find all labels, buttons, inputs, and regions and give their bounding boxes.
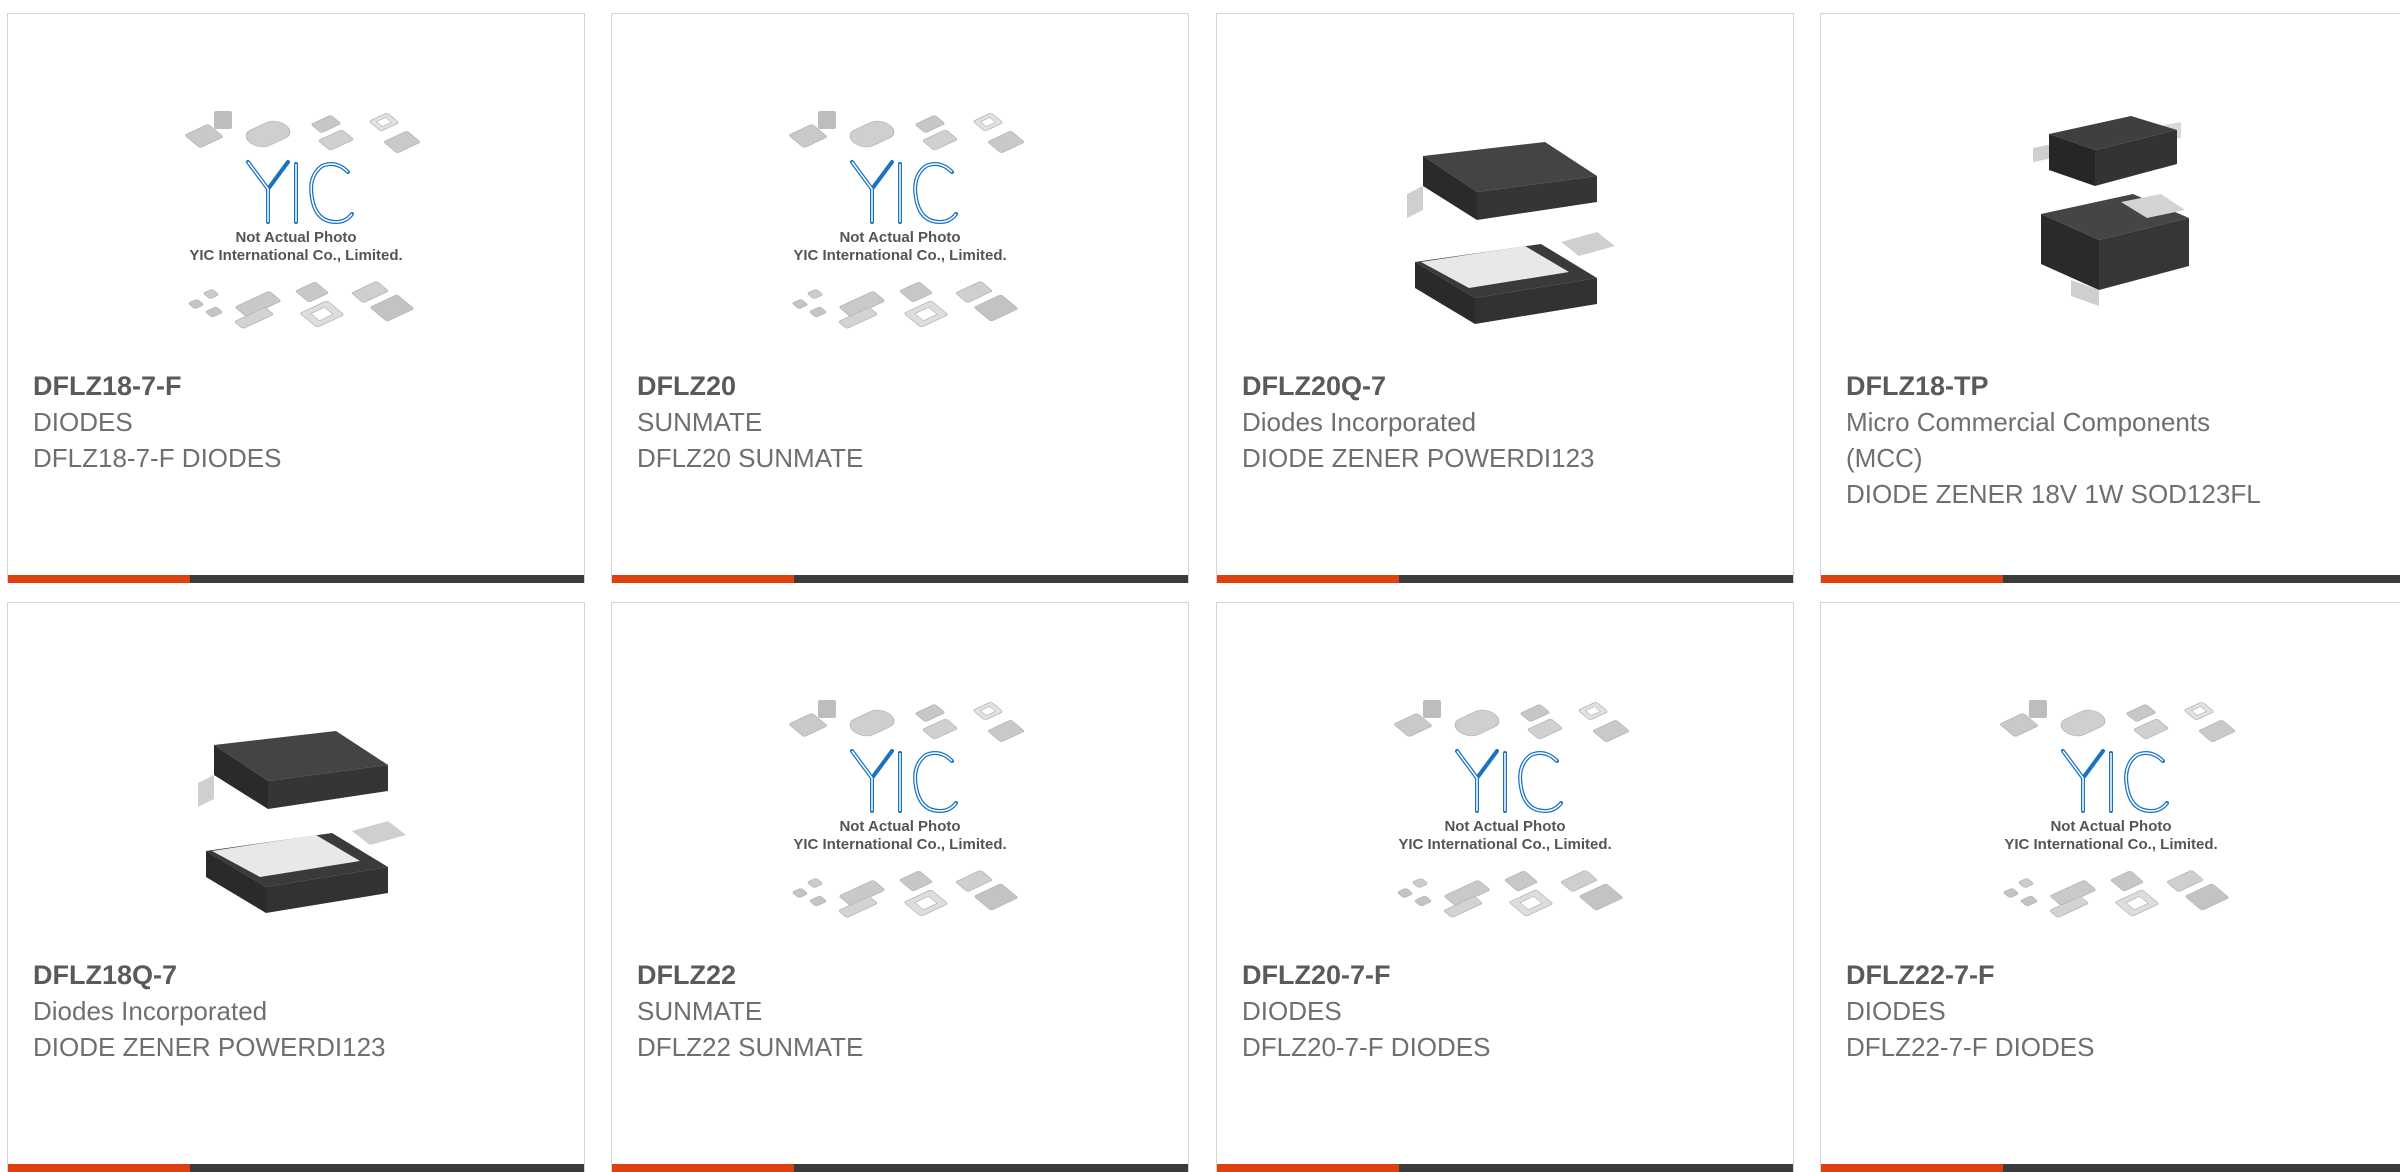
card-bottom-bar (1821, 575, 2400, 583)
placeholder-caption-line2: YIC International Co., Limited. (2004, 836, 2217, 853)
card-bottom-bar (1217, 1164, 1793, 1172)
product-info: DFLZ18Q-7 Diodes Incorporated DIODE ZENE… (33, 957, 553, 1065)
product-info: DFLZ22-7-F DIODES DFLZ22-7-F DIODES (1846, 957, 2366, 1065)
manufacturer: DIODES (1242, 996, 1342, 1026)
product-image[interactable]: Not Actual Photo YIC International Co., L… (760, 683, 1040, 953)
part-number[interactable]: DFLZ22-7-F (1846, 957, 2366, 993)
part-number[interactable]: DFLZ20Q-7 (1242, 368, 1762, 404)
yic-logo (850, 160, 958, 225)
placeholder-caption-line1: Not Actual Photo (1444, 818, 1565, 835)
card-bottom-bar (1217, 575, 1793, 583)
card-accent-bar (1821, 1164, 2003, 1172)
product-info: DFLZ18-7-F DIODES DFLZ18-7-F DIODES (33, 368, 553, 476)
product-card[interactable]: Not Actual Photo YIC International Co., L… (1820, 602, 2400, 1172)
description: DFLZ22-7-F DIODES (1846, 1032, 2095, 1062)
product-image[interactable] (1971, 94, 2251, 364)
product-image[interactable]: Not Actual Photo YIC International Co., L… (760, 94, 1040, 364)
card-accent-bar (1217, 1164, 1399, 1172)
part-number[interactable]: DFLZ22 (637, 957, 1157, 993)
not-actual-photo-image: Not Actual PhotoYIC International Co., L… (1394, 700, 1630, 918)
product-card[interactable]: Not Actual Photo YIC International Co., L… (1216, 602, 1794, 1172)
card-bottom-bar (612, 1164, 1188, 1172)
not-actual-photo-image: Not Actual PhotoYIC International Co., L… (1999, 700, 2235, 918)
product-card[interactable]: DFLZ18Q-7 Diodes Incorporated DIODE ZENE… (7, 602, 585, 1172)
manufacturer: SUNMATE (637, 996, 763, 1026)
product-card[interactable]: Not Actual Photo YIC International Co., L… (611, 13, 1189, 583)
part-number[interactable]: DFLZ18-TP (1846, 368, 2366, 404)
product-image[interactable]: Not Actual Photo YIC International Co., L… (1971, 683, 2251, 953)
manufacturer: Diodes Incorporated (1242, 407, 1477, 437)
description: DIODE ZENER POWERDI123 (33, 1032, 386, 1062)
product-info: DFLZ22 SUNMATE DFLZ22 SUNMATE (637, 957, 1157, 1065)
not-actual-photo-image: Not Actual PhotoYIC International Co., L… (185, 111, 421, 329)
description: DIODE ZENER 18V 1W SOD123FL (1846, 479, 2261, 509)
description: DFLZ22 SUNMATE (637, 1032, 864, 1062)
placeholder-caption-line1: Not Actual Photo (2050, 818, 2171, 835)
card-accent-bar (1217, 575, 1399, 583)
manufacturer: Diodes Incorporated (33, 996, 268, 1026)
placeholder-caption-line2: YIC International Co., Limited. (189, 247, 402, 264)
description: DFLZ20 SUNMATE (637, 443, 864, 473)
part-number[interactable]: DFLZ18Q-7 (33, 957, 553, 993)
not-actual-photo-image: Not Actual PhotoYIC International Co., L… (789, 700, 1025, 918)
part-number[interactable]: DFLZ20-7-F (1242, 957, 1762, 993)
card-accent-bar (8, 1164, 190, 1172)
product-info: DFLZ18-TP Micro Commercial Components (M… (1846, 368, 2366, 512)
card-accent-bar (612, 1164, 794, 1172)
manufacturer: DIODES (33, 407, 133, 437)
description: DFLZ20-7-F DIODES (1242, 1032, 1491, 1062)
card-accent-bar (8, 575, 190, 583)
part-number[interactable]: DFLZ18-7-F (33, 368, 553, 404)
sod123fl-package-image (2032, 116, 2189, 306)
yic-logo (1455, 749, 1563, 814)
placeholder-caption-line2: YIC International Co., Limited. (1398, 836, 1611, 853)
manufacturer: SUNMATE (637, 407, 763, 437)
product-grid: Not Actual Photo YIC International Co., L… (0, 0, 2400, 1172)
card-bottom-bar (612, 575, 1188, 583)
description: DIODE ZENER POWERDI123 (1242, 443, 1595, 473)
powerdi123-package-image (198, 731, 406, 913)
powerdi123-package-image (1407, 142, 1615, 324)
product-card[interactable]: Not Actual Photo YIC International Co., L… (611, 602, 1189, 1172)
yic-logo (246, 160, 354, 225)
card-bottom-bar (8, 1164, 584, 1172)
product-info: DFLZ20Q-7 Diodes Incorporated DIODE ZENE… (1242, 368, 1762, 476)
placeholder-caption-line1: Not Actual Photo (839, 818, 960, 835)
placeholder-caption-line2: YIC International Co., Limited. (793, 836, 1006, 853)
product-info: DFLZ20 SUNMATE DFLZ20 SUNMATE (637, 368, 1157, 476)
placeholder-caption-line1: Not Actual Photo (839, 229, 960, 246)
placeholder-caption-line2: YIC International Co., Limited. (793, 247, 1006, 264)
product-image[interactable]: Not Actual Photo YIC International Co., L… (1365, 683, 1645, 953)
card-bottom-bar (8, 575, 584, 583)
product-card[interactable]: DFLZ18-TP Micro Commercial Components (M… (1820, 13, 2400, 583)
not-actual-photo-image: Not Actual PhotoYIC International Co., L… (789, 111, 1025, 329)
part-number[interactable]: DFLZ20 (637, 368, 1157, 404)
product-info: DFLZ20-7-F DIODES DFLZ20-7-F DIODES (1242, 957, 1762, 1065)
yic-logo (850, 749, 958, 814)
product-image[interactable] (1365, 94, 1645, 364)
manufacturer: Micro Commercial Components (MCC) (1846, 407, 2211, 473)
card-accent-bar (1821, 575, 2003, 583)
product-image[interactable]: Not Actual Photo YIC International Co., L… (156, 94, 436, 364)
description: DFLZ18-7-F DIODES (33, 443, 282, 473)
card-accent-bar (612, 575, 794, 583)
yic-logo (2060, 749, 2169, 814)
product-card[interactable]: DFLZ20Q-7 Diodes Incorporated DIODE ZENE… (1216, 13, 1794, 583)
product-image[interactable] (156, 683, 436, 953)
manufacturer: DIODES (1846, 996, 1946, 1026)
product-card[interactable]: Not Actual Photo YIC International Co., L… (7, 13, 585, 583)
placeholder-caption-line1: Not Actual Photo (235, 229, 356, 246)
card-bottom-bar (1821, 1164, 2400, 1172)
